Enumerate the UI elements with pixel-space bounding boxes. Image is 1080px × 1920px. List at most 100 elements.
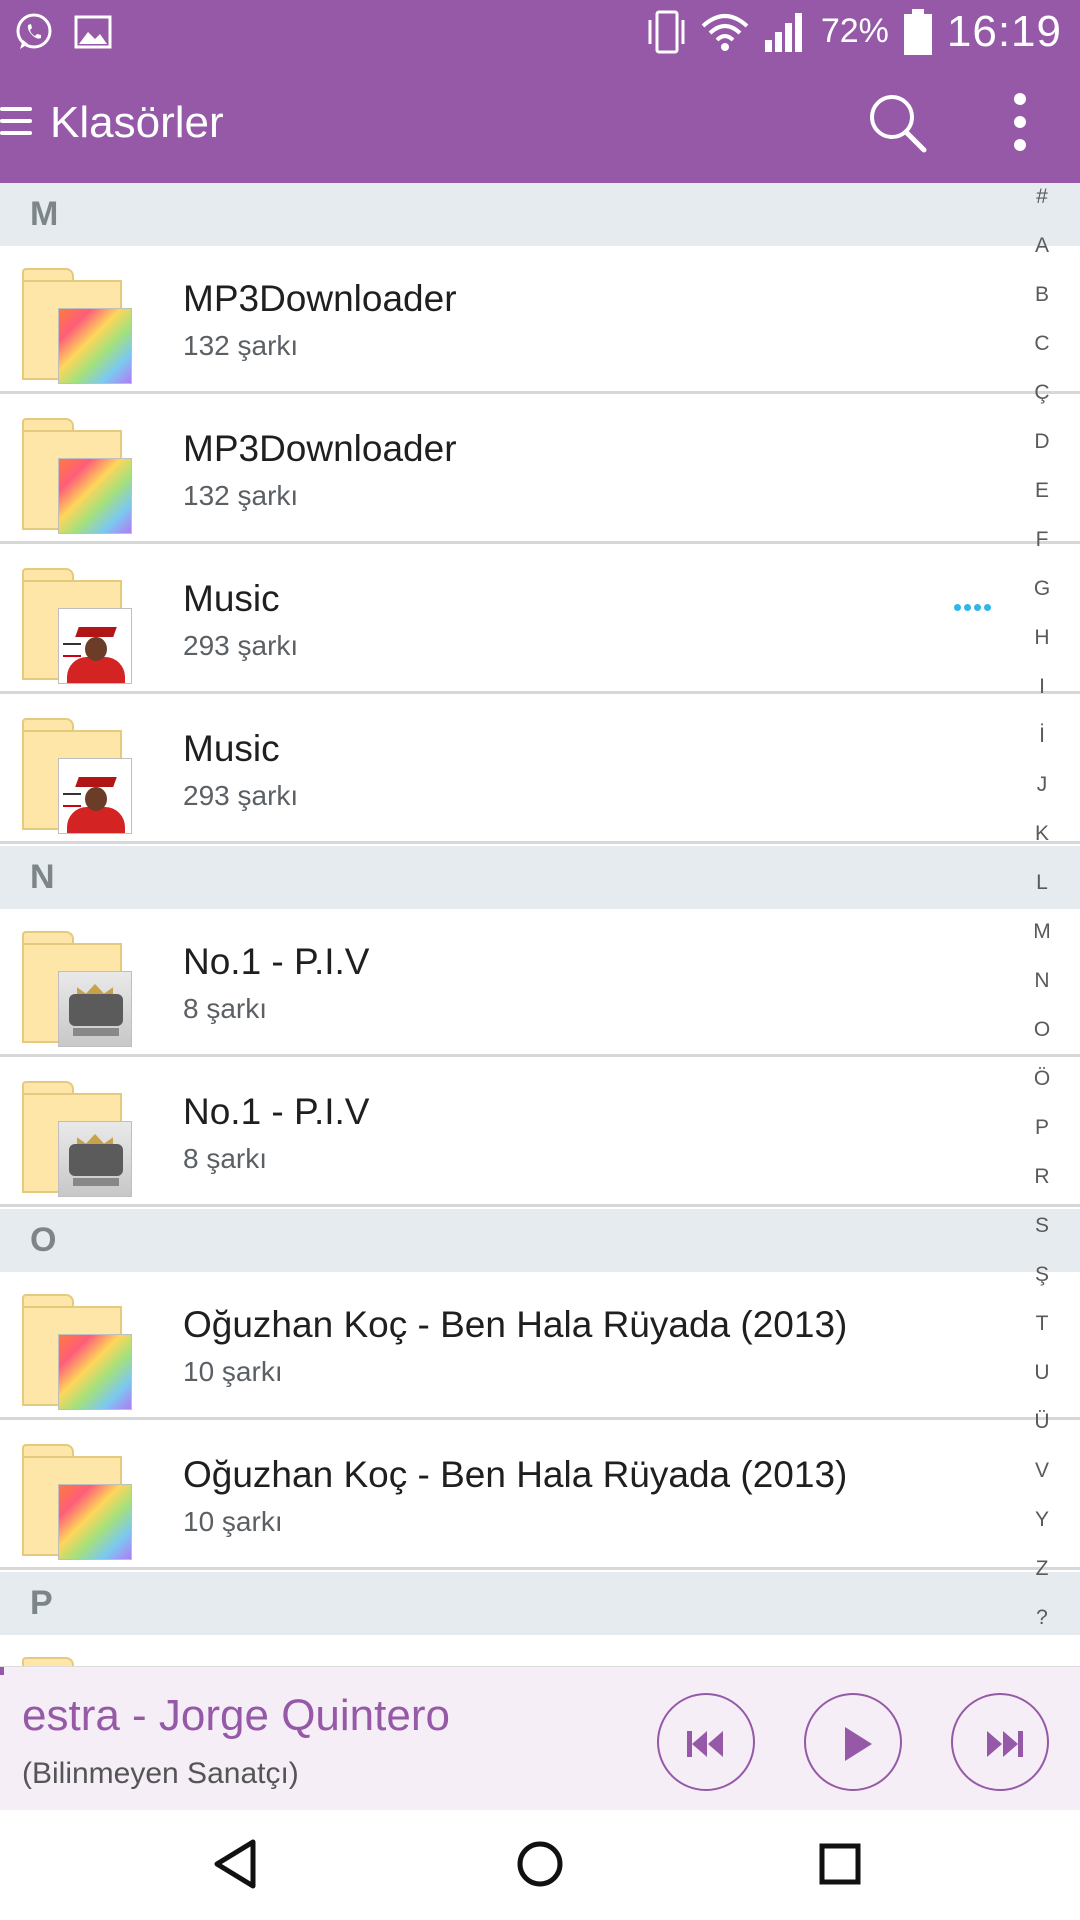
page-title: Klasörler [50, 98, 224, 147]
index-letter[interactable]: # [1016, 185, 1068, 209]
folder-icon [22, 568, 134, 686]
folder-row[interactable]: Music 293 şarkı [0, 546, 1080, 694]
index-letter[interactable]: Ç [1016, 381, 1068, 405]
wifi-icon [701, 13, 749, 51]
index-letter[interactable]: E [1016, 479, 1068, 503]
home-icon[interactable] [510, 1834, 570, 1894]
folder-name: MP3Downloader [183, 278, 457, 319]
folder-row[interactable]: No.1 - P.I.V 8 şarkı [0, 909, 1080, 1057]
signal-icon [764, 12, 802, 52]
more-options-icon[interactable] [954, 604, 991, 611]
folder-icon [22, 1081, 134, 1199]
index-letter[interactable]: B [1016, 283, 1068, 307]
index-letter[interactable]: ? [1016, 1606, 1068, 1630]
folder-list[interactable]: M MP3Downloader 132 şarkı MP3Downloader 132 … [0, 183, 1080, 1666]
whatsapp-icon [16, 13, 52, 49]
section-letter: N [30, 858, 55, 896]
alphabet-index[interactable]: # A B C Ç D E F G H I İ J K L M N O Ö P R S Ş T U Ü V Y Z? [1016, 185, 1068, 1645]
album-art-thumbnail [58, 1334, 132, 1410]
status-bar-right: 72% 16:19 [645, 0, 1062, 63]
app-bar: Klasörler [0, 63, 1080, 183]
index-letter[interactable]: R [1016, 1165, 1068, 1189]
song-count: 10 şarkı [183, 1356, 283, 1387]
back-icon[interactable] [207, 1834, 267, 1894]
track-title[interactable]: estra - Jorge Quintero [22, 1691, 642, 1741]
index-letter[interactable]: N [1016, 969, 1068, 993]
battery-icon [903, 8, 932, 55]
folder-icon [22, 1444, 134, 1562]
section-header: P [0, 1572, 1080, 1635]
vibrate-icon [648, 10, 685, 53]
index-letter[interactable]: Z [1016, 1557, 1068, 1581]
song-count: 293 şarkı [183, 630, 299, 661]
section-header: N [0, 846, 1080, 909]
folder-icon [22, 931, 134, 1049]
index-letter[interactable]: İ [1016, 724, 1068, 748]
index-letter[interactable]: D [1016, 430, 1068, 454]
folder-row[interactable]: MP3Downloader 132 şarkı [0, 246, 1080, 394]
index-letter[interactable]: I [1016, 675, 1068, 699]
index-letter[interactable]: Ş [1016, 1263, 1068, 1287]
song-count: 10 şarkı [183, 1506, 283, 1537]
clock: 16:19 [946, 6, 1062, 56]
playback-progress [0, 1667, 4, 1675]
previous-icon [687, 1731, 723, 1757]
index-letter[interactable]: A [1016, 234, 1068, 258]
navigation-bar [0, 1810, 1080, 1920]
index-letter[interactable]: J [1016, 773, 1068, 797]
search-icon[interactable] [866, 91, 930, 155]
folder-row[interactable]: Music 293 şarkı [0, 696, 1080, 844]
status-bar-left [14, 9, 112, 55]
index-letter[interactable]: P [1016, 1116, 1068, 1140]
folder-icon [22, 268, 134, 386]
folder-name: No.1 - P.I.V [183, 1091, 370, 1132]
song-count: 132 şarkı [183, 330, 299, 361]
index-letter[interactable]: C [1016, 332, 1068, 356]
song-count: 8 şarkı [183, 1143, 268, 1174]
folder-row[interactable] [0, 1635, 1080, 1666]
folder-icon [22, 1294, 134, 1412]
song-count: 132 şarkı [183, 480, 299, 511]
index-letter[interactable]: G [1016, 577, 1068, 601]
song-count: 8 şarkı [183, 993, 268, 1024]
index-letter[interactable]: K [1016, 822, 1068, 846]
folder-row[interactable]: MP3Downloader 132 şarkı [0, 396, 1080, 544]
previous-button[interactable] [657, 1693, 755, 1791]
folder-name: Music [183, 578, 280, 619]
folder-row[interactable]: Oğuzhan Koç - Ben Hala Rüyada (2013) 10 ş… [0, 1272, 1080, 1420]
album-art-thumbnail [58, 758, 132, 834]
index-letter[interactable]: V [1016, 1459, 1068, 1483]
index-letter[interactable]: U [1016, 1361, 1068, 1385]
play-icon [845, 1727, 872, 1761]
recents-icon[interactable] [810, 1834, 870, 1894]
index-letter[interactable]: M [1016, 920, 1068, 944]
index-letter[interactable]: T [1016, 1312, 1068, 1336]
status-bar: 72% 16:19 [0, 0, 1080, 63]
index-letter[interactable]: O [1016, 1018, 1068, 1042]
more-vert-icon[interactable] [1000, 89, 1040, 155]
mini-player[interactable]: estra - Jorge Quintero (Bilinmeyen Sanat… [0, 1666, 1080, 1810]
folder-row[interactable]: No.1 - P.I.V 8 şarkı [0, 1059, 1080, 1207]
index-letter[interactable]: S [1016, 1214, 1068, 1238]
section-letter: M [30, 195, 59, 233]
folder-icon [22, 418, 134, 536]
index-letter[interactable]: H [1016, 626, 1068, 650]
next-icon [987, 1731, 1023, 1757]
menu-icon[interactable] [0, 101, 36, 145]
folder-row[interactable]: Oğuzhan Koç - Ben Hala Rüyada (2013) 10 ş… [0, 1422, 1080, 1570]
folder-icon [22, 1657, 134, 1666]
section-letter: O [30, 1221, 57, 1259]
index-letter[interactable]: F [1016, 528, 1068, 552]
section-header: O [0, 1209, 1080, 1272]
folder-name: MP3Downloader [183, 428, 457, 469]
index-letter[interactable]: Ö [1016, 1067, 1068, 1091]
track-artist: (Bilinmeyen Sanatçı) [22, 1757, 299, 1790]
index-letter[interactable]: Ü [1016, 1410, 1068, 1434]
play-button[interactable] [804, 1693, 902, 1791]
album-art-thumbnail [58, 308, 132, 384]
section-letter: P [30, 1584, 53, 1622]
index-letter[interactable]: L [1016, 871, 1068, 895]
album-art-thumbnail [58, 1484, 132, 1560]
next-button[interactable] [951, 1693, 1049, 1791]
index-letter[interactable]: Y [1016, 1508, 1068, 1532]
